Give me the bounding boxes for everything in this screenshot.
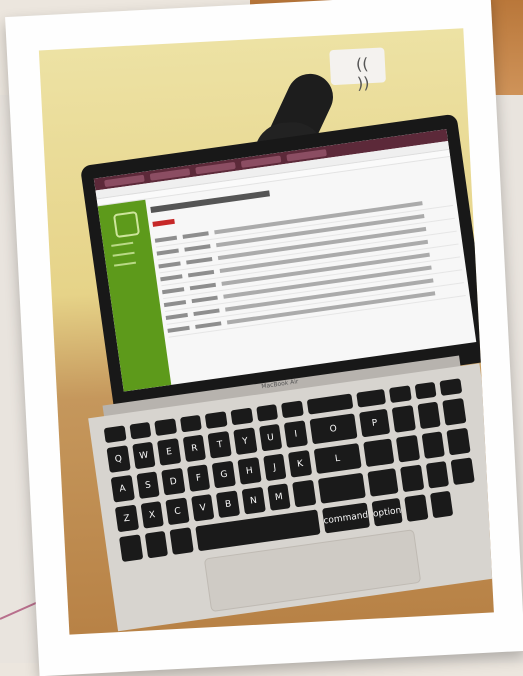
key (391, 405, 416, 433)
key-e: E (157, 438, 182, 466)
key-option: option (371, 497, 403, 527)
key (355, 388, 387, 408)
key-r: R (182, 434, 207, 463)
key-m: M (266, 483, 291, 511)
key (292, 479, 317, 508)
key-h: H (237, 457, 262, 485)
key (367, 468, 399, 497)
key-o: O (309, 413, 358, 445)
key (169, 527, 194, 555)
key-command: command (321, 502, 370, 534)
key-s: S (136, 471, 160, 500)
key (281, 400, 304, 419)
key-f: F (186, 464, 211, 492)
wall-outlet: (( )) (329, 47, 386, 93)
key-n: N (241, 486, 266, 515)
key (425, 460, 450, 489)
key-d: D (161, 467, 186, 496)
key-j: J (262, 453, 287, 482)
key (230, 407, 253, 426)
sidebar-item (111, 241, 134, 247)
key-u: U (258, 423, 283, 452)
status-badge (152, 218, 175, 227)
key-g: G (212, 460, 236, 489)
key-c: C (165, 497, 190, 526)
key-i: I (283, 420, 308, 448)
key (400, 464, 425, 493)
key-p: P (358, 408, 391, 438)
browser-display (93, 129, 477, 392)
key-k: K (288, 450, 312, 478)
sidebar-item (112, 251, 135, 257)
key-a: A (110, 474, 135, 503)
scene: (( )) MacBook Air Q W E R T Y U I O P A … (0, 0, 523, 676)
key (450, 457, 475, 486)
key (255, 404, 279, 422)
key (439, 378, 463, 396)
key (317, 472, 366, 504)
photo-content: (( )) MacBook Air Q W E R T Y U I O P A … (38, 28, 494, 635)
sidebar-item (113, 261, 137, 267)
key-z: Z (114, 504, 139, 533)
key (154, 418, 177, 437)
key (362, 438, 395, 468)
desk-lamp (245, 60, 341, 168)
key-b: B (216, 490, 241, 519)
key (442, 398, 467, 426)
key (429, 490, 454, 519)
key-x: X (140, 501, 165, 529)
key (389, 385, 412, 404)
key (306, 393, 354, 415)
key (414, 381, 437, 400)
key (396, 434, 420, 463)
key-y: Y (233, 427, 258, 456)
key-q: Q (106, 445, 131, 473)
key (446, 427, 471, 456)
key (417, 401, 442, 430)
key-w: W (131, 441, 156, 470)
key (421, 431, 446, 459)
key-t: T (207, 430, 232, 459)
site-logo (112, 210, 141, 239)
key (119, 534, 143, 562)
key (404, 494, 429, 522)
key (144, 530, 169, 559)
page-main (150, 163, 472, 384)
key (205, 411, 228, 429)
key (129, 421, 152, 440)
key (103, 425, 127, 444)
key-v: V (190, 493, 215, 522)
key (179, 414, 203, 433)
polaroid-photo: (( )) MacBook Air Q W E R T Y U I O P A … (5, 0, 523, 676)
key-l: L (313, 443, 362, 475)
